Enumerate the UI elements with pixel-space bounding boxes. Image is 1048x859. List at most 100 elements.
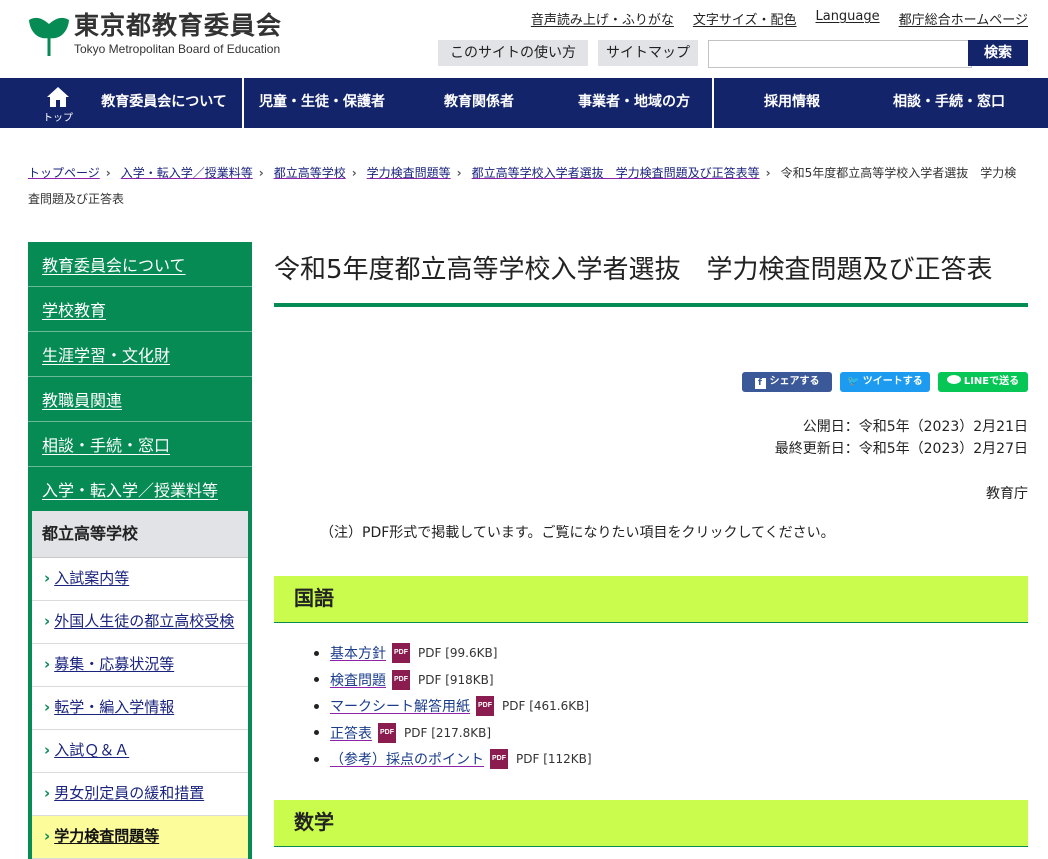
- search-input[interactable]: [708, 40, 972, 68]
- nav-item-recruitment[interactable]: 採用情報: [720, 78, 864, 128]
- sidebar-subitem-label[interactable]: 学力検査問題等: [54, 827, 159, 845]
- file-link[interactable]: マークシート解答用紙: [330, 696, 470, 716]
- breadcrumb-link[interactable]: 都立高等学校入学者選抜 学力検査問題及び正答表等: [472, 166, 760, 180]
- pdf-icon: PDF: [392, 643, 410, 664]
- line-share-button[interactable]: LINEで送る: [938, 372, 1028, 392]
- nav-item-students[interactable]: 児童・生徒・保護者: [246, 78, 398, 128]
- pdf-icon: PDF: [476, 696, 494, 717]
- file-meta: PDF [217.8KB]: [404, 725, 492, 740]
- site-usage-button[interactable]: このサイトの使い方: [438, 40, 588, 66]
- site-logo[interactable]: 東京都教育委員会 Tokyo Metropolitan Board of Edu…: [28, 10, 318, 64]
- file-link[interactable]: 基本方針: [330, 643, 386, 663]
- sidebar-item: 教職員関連: [28, 377, 252, 422]
- sidebar-item: 生涯学習・文化財: [28, 332, 252, 377]
- util-link-read-aloud[interactable]: 音声読み上げ・ふりがな: [531, 9, 674, 28]
- sidebar-item-board[interactable]: 教育委員会について: [42, 242, 186, 290]
- nav-item-educators[interactable]: 教育関係者: [404, 78, 554, 128]
- nav-divider: [712, 78, 714, 128]
- sidebar-subitem-label[interactable]: 外国人生徒の都立高校受検: [54, 612, 234, 630]
- sidebar-item-school-education[interactable]: 学校教育: [42, 287, 106, 335]
- sidebar-item-lifelong-learning[interactable]: 生涯学習・文化財: [42, 332, 170, 380]
- list-item: 検査問題 PDF PDF [918KB]: [314, 667, 592, 694]
- breadcrumb-link[interactable]: 都立高等学校: [274, 166, 346, 180]
- breadcrumb-link[interactable]: 学力検査問題等: [367, 166, 451, 180]
- list-item: マークシート解答用紙 PDF PDF [461.6KB]: [314, 693, 592, 720]
- breadcrumb-separator-icon: ›: [765, 166, 771, 180]
- section-title: 数学: [294, 810, 334, 834]
- logo-title: 東京都教育委員会: [74, 11, 283, 40]
- twitter-bird-icon: 🐦: [847, 376, 860, 387]
- file-link[interactable]: 正答表: [330, 723, 372, 743]
- sidebar: 教育委員会について 学校教育 生涯学習・文化財 教職員関連 相談・手続・窓口 入…: [28, 242, 252, 859]
- nav-home[interactable]: トップ: [36, 84, 80, 124]
- breadcrumb-link[interactable]: 入学・転入学／授業料等: [121, 166, 253, 180]
- pdf-icon: PDF: [378, 722, 396, 743]
- published-date: 公開日：令和5年（2023）2月21日: [802, 419, 1028, 435]
- bullet-icon: [314, 650, 319, 656]
- util-link-language[interactable]: Language: [815, 9, 879, 28]
- breadcrumb-separator-icon: ›: [351, 166, 357, 180]
- sitemap-button[interactable]: サイトマップ: [598, 40, 698, 66]
- sidebar-subitem[interactable]: › 外国人生徒の都立高校受検: [32, 601, 248, 644]
- search-button[interactable]: 検索: [968, 40, 1028, 66]
- sidebar-submenu: 都立高等学校 › 入試案内等 › 外国人生徒の都立高校受検 › 募集・応募状況等 › 転…: [28, 511, 252, 859]
- breadcrumb: トップページ › 入学・転入学／授業料等 › 都立高等学校 › 学力検査問題等 › 都立高等学校…: [28, 160, 1028, 212]
- chevron-right-icon: ›: [44, 741, 51, 759]
- sidebar-section-title[interactable]: 都立高等学校: [32, 511, 248, 558]
- main-content: 令和5年度都立高等学校入学者選抜 学力検査問題及び正答表 f シェアする 🐦 ツイー…: [274, 242, 1028, 847]
- sidebar-subitem-label[interactable]: 募集・応募状況等: [54, 655, 174, 673]
- global-nav: トップ 教育委員会について 児童・生徒・保護者 教育関係者 事業者・地域の方 採…: [0, 78, 1048, 128]
- chevron-right-icon: ›: [44, 784, 51, 802]
- file-link[interactable]: （参考）採点のポイント: [330, 749, 484, 769]
- breadcrumb-separator-icon: ›: [105, 166, 111, 180]
- section-title: 国語: [294, 586, 334, 610]
- sidebar-item-admission[interactable]: 入学・転入学／授業料等: [42, 467, 218, 515]
- facebook-share-button[interactable]: f シェアする: [742, 372, 832, 392]
- file-meta: PDF [99.6KB]: [418, 646, 498, 661]
- sidebar-subitem[interactable]: › 募集・応募状況等: [32, 644, 248, 687]
- sidebar-subitem-label[interactable]: 入試Ｑ＆Ａ: [54, 741, 129, 759]
- bullet-icon: [314, 730, 319, 736]
- logo-subtitle: Tokyo Metropolitan Board of Education: [74, 42, 281, 56]
- sidebar-item: 教育委員会について: [28, 242, 252, 287]
- sidebar-subitem-label[interactable]: 男女別定員の緩和措置: [54, 784, 204, 802]
- sidebar-subitem[interactable]: › 男女別定員の緩和措置: [32, 773, 248, 816]
- sidebar-item: 学校教育: [28, 287, 252, 332]
- breadcrumb-separator-icon: ›: [456, 166, 462, 180]
- list-item: 正答表 PDF PDF [217.8KB]: [314, 720, 592, 747]
- page-dates: 公開日：令和5年（2023）2月21日 最終更新日：令和5年（2023）2月27…: [775, 416, 1028, 460]
- file-meta: PDF [112KB]: [516, 752, 592, 767]
- util-link-tocho-home[interactable]: 都庁総合ホームページ: [899, 9, 1028, 28]
- twitter-share-label: ツイートする: [862, 376, 923, 387]
- sidebar-subitem-label[interactable]: 入試案内等: [54, 569, 129, 587]
- line-share-label: LINEで送る: [963, 376, 1020, 387]
- nav-item-board[interactable]: 教育委員会について: [92, 78, 236, 128]
- sidebar-subitem[interactable]: › 入試Ｑ＆Ａ: [32, 730, 248, 773]
- utility-links: 音声読み上げ・ふりがな 文字サイズ・配色 Language 都庁総合ホームページ: [531, 9, 1028, 28]
- bullet-icon: [314, 703, 319, 709]
- sidebar-subitem[interactable]: › 入試案内等: [32, 558, 248, 601]
- chevron-right-icon: ›: [44, 569, 51, 587]
- breadcrumb-separator-icon: ›: [258, 166, 264, 180]
- list-item: 基本方針 PDF PDF [99.6KB]: [314, 640, 592, 667]
- file-link[interactable]: 検査問題: [330, 670, 386, 690]
- pdf-note: （注）PDF形式で掲載しています。ご覧になりたい項目をクリックしてください。: [320, 525, 835, 541]
- sidebar-subitem-label[interactable]: 転学・編入学情報: [54, 698, 174, 716]
- sidebar-subitem-current[interactable]: › 学力検査問題等: [32, 816, 248, 859]
- twitter-share-button[interactable]: 🐦 ツイートする: [840, 372, 930, 392]
- section-heading-japanese: 国語: [274, 576, 1028, 623]
- util-link-font-size[interactable]: 文字サイズ・配色: [693, 9, 797, 28]
- file-list: 基本方針 PDF PDF [99.6KB] 検査問題 PDF PDF [918K…: [314, 640, 592, 773]
- site-header: 東京都教育委員会 Tokyo Metropolitan Board of Edu…: [0, 0, 1048, 78]
- home-icon: [47, 87, 69, 107]
- file-meta: PDF [918KB]: [418, 672, 494, 687]
- sidebar-item-staff[interactable]: 教職員関連: [42, 377, 122, 425]
- section-heading-math: 数学: [274, 800, 1028, 847]
- nav-item-business[interactable]: 事業者・地域の方: [562, 78, 706, 128]
- nav-item-consultation[interactable]: 相談・手続・窓口: [872, 78, 1026, 128]
- file-meta: PDF [461.6KB]: [502, 699, 590, 714]
- breadcrumb-link[interactable]: トップページ: [28, 166, 100, 180]
- sidebar-subitem[interactable]: › 転学・編入学情報: [32, 687, 248, 730]
- facebook-share-label: シェアする: [769, 376, 820, 387]
- sidebar-item-consultation[interactable]: 相談・手続・窓口: [42, 422, 170, 470]
